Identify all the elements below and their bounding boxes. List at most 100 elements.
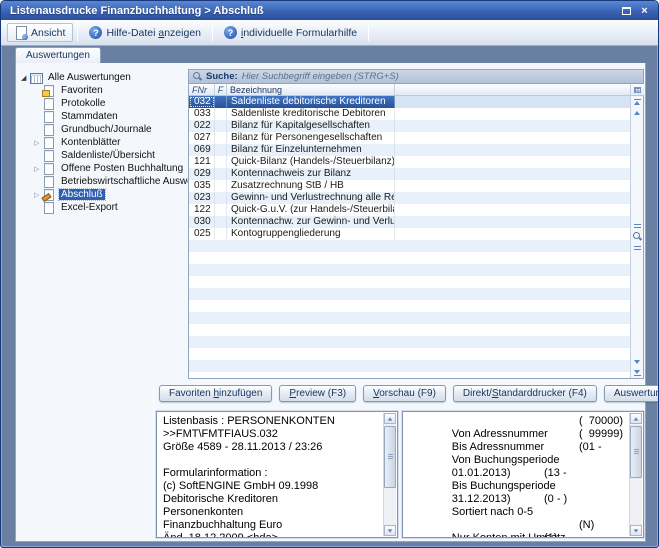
scrollbar-thumb[interactable]	[384, 426, 396, 488]
tree-item[interactable]: Alle Auswertungen	[21, 71, 183, 84]
column-select-button[interactable]	[631, 84, 644, 96]
cell-f	[215, 180, 227, 192]
action-button[interactable]: Preview (F3)	[279, 385, 356, 402]
tree-item[interactable]: Saldenliste/Übersicht	[21, 149, 183, 162]
close-button[interactable]: ×	[637, 4, 652, 17]
parameter-value: (N)	[579, 519, 594, 532]
grid-header: FNr F Bezeichnung	[189, 84, 630, 96]
tree-item[interactable]: Favoriten	[21, 84, 183, 97]
toolbar-button[interactable]: individuelle Formularhilfe	[217, 24, 364, 41]
table-row[interactable]: 069 Bilanz für Einzelunternehmen	[189, 144, 630, 156]
toolbar-button[interactable]: Hilfe-Datei anzeigen	[82, 24, 208, 41]
scroll-down-button[interactable]	[630, 525, 642, 536]
document-icon	[43, 124, 56, 135]
table-row[interactable]: 030 Kontennachw. zur Gewinn- und Verlust…	[189, 216, 630, 228]
tree-expand-icon[interactable]	[34, 138, 43, 148]
cell-f	[215, 168, 227, 180]
info-line: >>FMT\FMTFIAUS.032	[163, 428, 381, 441]
tree-item[interactable]: Offene Posten Buchhaltung	[21, 162, 183, 175]
parameter-value: ( 99999)	[579, 428, 623, 441]
window-title: Listenausdrucke Finanzbuchhaltung > Absc…	[10, 5, 616, 17]
tree-item[interactable]: Grundbuch/Journale	[21, 123, 183, 136]
tree-item[interactable]: Excel-Export	[21, 201, 183, 214]
tree-item[interactable]: Abschluß	[21, 188, 183, 201]
cell-bezeichnung: Saldenliste kreditorische Debitoren	[227, 108, 395, 120]
favorites-icon	[43, 85, 56, 96]
table-row[interactable]: 121 Quick-Bilanz (Handels-/Steuerbilanz)	[189, 156, 630, 168]
toolbar-button-label: individuelle Formularhilfe	[241, 27, 357, 39]
tree-expand-icon[interactable]	[21, 73, 30, 83]
reports-folder-icon	[30, 72, 43, 83]
info-line: Finanzbuchhaltung Euro	[163, 519, 381, 532]
table-row[interactable]: 022 Bilanz für Kapitalgesellschaften	[189, 120, 630, 132]
scroll-up-button[interactable]	[631, 107, 644, 118]
info-line: Größe 4589 - 28.11.2013 / 23:26	[163, 441, 381, 454]
parameter-value: ( 70000)	[579, 415, 623, 428]
cell-empty	[395, 192, 630, 204]
list-info-panel: Listenbasis : PERSONENKONTEN>>FMT\FMTFIA…	[156, 411, 398, 538]
parameter-value: (13 -	[544, 467, 567, 480]
search-input[interactable]	[242, 71, 643, 82]
toolbar-separator	[212, 25, 213, 41]
scrollbar-thumb[interactable]	[630, 426, 642, 478]
parameter-scrollbar[interactable]	[629, 413, 642, 536]
toolbar-button[interactable]: Ansicht	[7, 23, 73, 42]
parameter-line: Nur Konten mit Umsatz (N)	[409, 519, 627, 532]
info-line: Personenkonten	[163, 506, 381, 519]
evaluation-tree: Alle Auswertungen Favoriten Protokolle S…	[21, 71, 183, 214]
cell-bezeichnung: Saldenliste debitorische Kreditoren	[227, 96, 395, 108]
cell-empty	[395, 144, 630, 156]
parameter-line: 01.01.2013)	[409, 454, 627, 467]
filter-list-icon[interactable]	[631, 243, 644, 254]
scroll-up-button[interactable]	[630, 413, 642, 424]
cell-f	[215, 120, 227, 132]
report-list-grid: Suche: FNr F Bezeichnung 032	[188, 69, 644, 379]
table-row[interactable]: 023 Gewinn- und Verlustrechnung alle Rec…	[189, 192, 630, 204]
restore-icon	[622, 7, 631, 15]
table-row[interactable]: 025 Kontogruppengliederung	[189, 228, 630, 240]
tree-expand-icon[interactable]	[34, 164, 43, 174]
tree-item[interactable]: Stammdaten	[21, 110, 183, 123]
scroll-down-button[interactable]	[631, 356, 644, 367]
action-button[interactable]: Favoriten hinzufügen	[159, 385, 272, 402]
cell-empty	[395, 120, 630, 132]
info-panels: Listenbasis : PERSONENKONTEN>>FMT\FMTFIA…	[156, 411, 644, 538]
table-row[interactable]: 122 Quick-G.u.V. (zur Handels-/Steuerbil…	[189, 204, 630, 216]
column-header-fnr[interactable]: FNr	[189, 84, 215, 95]
tree-item[interactable]: Betriebswirtschaftliche Auswertungen	[21, 175, 183, 188]
column-header-f[interactable]: F	[215, 84, 227, 95]
tree-item-label: Abschluß	[59, 189, 105, 200]
list-info-scrollbar[interactable]	[383, 413, 396, 536]
table-row[interactable]: 029 Kontennachweis zur Bilanz	[189, 168, 630, 180]
search-tool-icon[interactable]	[631, 232, 644, 243]
go-last-button[interactable]	[631, 367, 644, 378]
cell-bezeichnung: Quick-Bilanz (Handels-/Steuerbilanz)	[227, 156, 395, 168]
column-header-bezeichnung[interactable]: Bezeichnung	[227, 84, 395, 95]
parameter-line	[409, 506, 627, 519]
info-line: Debitorische Kreditoren	[163, 493, 381, 506]
scroll-down-button[interactable]	[384, 525, 396, 536]
cell-bezeichnung: Kontennachweis zur Bilanz	[227, 168, 395, 180]
table-row[interactable]: 027 Bilanz für Personengesellschaften	[189, 132, 630, 144]
list-view-icon[interactable]	[631, 221, 644, 232]
table-row[interactable]: 032 Saldenliste debitorische Kreditoren	[189, 96, 630, 108]
document-icon	[43, 202, 56, 213]
table-row[interactable]: 033 Saldenliste kreditorische Debitoren	[189, 108, 630, 120]
cell-empty	[395, 216, 630, 228]
cell-empty	[395, 132, 630, 144]
restore-button[interactable]	[619, 4, 634, 17]
tree-item[interactable]: Kontenblätter	[21, 136, 183, 149]
document-icon	[43, 176, 56, 187]
cell-fnr: 035	[189, 180, 215, 192]
table-row[interactable]: 035 Zusatzrechnung StB / HB	[189, 180, 630, 192]
action-button[interactable]: Direkt/Standarddrucker (F4)	[453, 385, 597, 402]
tree-item[interactable]: Protokolle	[21, 97, 183, 110]
action-button[interactable]: Auswertung drucken	[604, 385, 659, 402]
parameter-line: Sortiert nach 0-5 (0 - )	[409, 493, 627, 506]
scroll-up-button[interactable]	[384, 413, 396, 424]
go-first-button[interactable]	[631, 96, 644, 107]
cell-f	[215, 132, 227, 144]
cell-bezeichnung: Kontennachw. zur Gewinn- und Verlustrech…	[227, 216, 395, 228]
tab-auswertungen[interactable]: Auswertungen	[15, 47, 101, 63]
action-button[interactable]: Vorschau (F9)	[363, 385, 446, 402]
